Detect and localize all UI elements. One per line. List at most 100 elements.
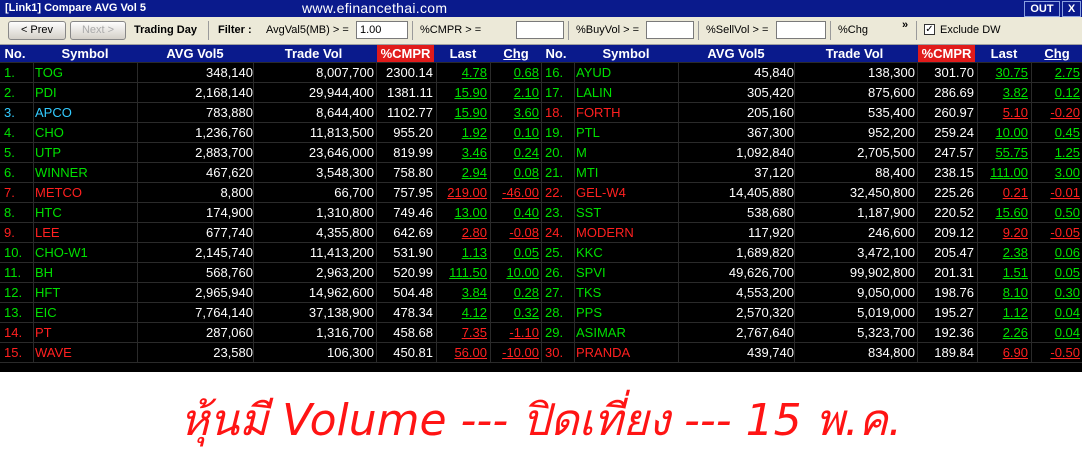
table-row[interactable]: 22. GEL-W4 14,405,880 32,450,800 225.26 0.21-… bbox=[541, 183, 1082, 203]
column-header-avg-vol5[interactable]: AVG Vol5 bbox=[678, 45, 794, 63]
cell-symbol[interactable]: CHO-W1 bbox=[35, 243, 137, 263]
table-row[interactable]: 7. METCO 8,800 66,700 757.95 219.00 -46.00 bbox=[0, 183, 541, 203]
column-header-cmpr[interactable]: %CMPR bbox=[918, 45, 975, 63]
cell-symbol[interactable]: PPS bbox=[576, 303, 678, 323]
table-row[interactable]: 8. HTC 174,900 1,310,800 749.46 13.00 0.40 bbox=[0, 203, 541, 223]
table-row[interactable]: 27. TKS 4,553,200 9,050,000 198.76 8.10 0.30 bbox=[541, 283, 1082, 303]
cell-symbol[interactable]: METCO bbox=[35, 183, 137, 203]
cell-symbol[interactable]: TKS bbox=[576, 283, 678, 303]
prev-button[interactable]: < Prev bbox=[8, 21, 66, 40]
cell-last[interactable]: 111.50 bbox=[437, 263, 487, 283]
table-row[interactable]: 10. CHO-W1 2,145,740 11,413,200 531.90 1.13 0.… bbox=[0, 243, 541, 263]
cell-last[interactable]: 7.35 bbox=[437, 323, 487, 343]
cell-chg[interactable]: -0.01 bbox=[1032, 183, 1080, 203]
cell-last[interactable]: 15.60 bbox=[978, 203, 1028, 223]
cell-symbol[interactable]: ASIMAR bbox=[576, 323, 678, 343]
cell-symbol[interactable]: MODERN bbox=[576, 223, 678, 243]
cell-symbol[interactable]: APCO bbox=[35, 103, 137, 123]
table-row[interactable]: 29. ASIMAR 2,767,640 5,323,700 192.36 2.26 0.0… bbox=[541, 323, 1082, 343]
table-row[interactable]: 25. KKC 1,689,820 3,472,100 205.47 2.38 0.06 bbox=[541, 243, 1082, 263]
cell-chg[interactable]: 3.00 bbox=[1032, 163, 1080, 183]
table-row[interactable]: 14. PT 287,060 1,316,700 458.68 7.35 -1.10 bbox=[0, 323, 541, 343]
cell-symbol[interactable]: PT bbox=[35, 323, 137, 343]
cell-last[interactable]: 1.51 bbox=[978, 263, 1028, 283]
cell-chg[interactable]: 2.10 bbox=[491, 83, 539, 103]
cell-last[interactable]: 1.12 bbox=[978, 303, 1028, 323]
column-header-cmpr[interactable]: %CMPR bbox=[377, 45, 434, 63]
table-row[interactable]: 20. M 1,092,840 2,705,500 247.57 55.75 1.25 bbox=[541, 143, 1082, 163]
table-row[interactable]: 3. APCO 783,880 8,644,400 1102.77 15.90 3.60 bbox=[0, 103, 541, 123]
cell-last[interactable]: 2.80 bbox=[437, 223, 487, 243]
table-row[interactable]: 21. MTI 37,120 88,400 238.15 111.00 3.00 bbox=[541, 163, 1082, 183]
table-row[interactable]: 16. AYUD 45,840 138,300 301.70 30.75 2.75 bbox=[541, 63, 1082, 83]
cell-last[interactable]: 3.46 bbox=[437, 143, 487, 163]
cell-chg[interactable]: -0.20 bbox=[1032, 103, 1080, 123]
cell-last[interactable]: 2.26 bbox=[978, 323, 1028, 343]
cell-chg[interactable]: 0.04 bbox=[1032, 323, 1080, 343]
cell-last[interactable]: 3.82 bbox=[978, 83, 1028, 103]
column-header-no[interactable]: No. bbox=[541, 45, 571, 63]
cell-chg[interactable]: 0.05 bbox=[491, 243, 539, 263]
column-header-chg[interactable]: Chg bbox=[1032, 45, 1082, 63]
table-row[interactable]: 11. BH 568,760 2,963,200 520.99 111.50 10.00 bbox=[0, 263, 541, 283]
cell-chg[interactable]: 2.75 bbox=[1032, 63, 1080, 83]
next-button[interactable]: Next > bbox=[70, 21, 126, 40]
table-row[interactable]: 23. SST 538,680 1,187,900 220.52 15.60 0.50 bbox=[541, 203, 1082, 223]
cell-chg[interactable]: 0.04 bbox=[1032, 303, 1080, 323]
cell-last[interactable]: 6.90 bbox=[978, 343, 1028, 363]
table-row[interactable]: 12. HFT 2,965,940 14,962,600 504.48 3.84 0.28 bbox=[0, 283, 541, 303]
cell-last[interactable]: 0.21 bbox=[978, 183, 1028, 203]
cell-chg[interactable]: -46.00 bbox=[491, 183, 539, 203]
cell-symbol[interactable]: EIC bbox=[35, 303, 137, 323]
cell-symbol[interactable]: GEL-W4 bbox=[576, 183, 678, 203]
cell-last[interactable]: 13.00 bbox=[437, 203, 487, 223]
cell-chg[interactable]: 0.28 bbox=[491, 283, 539, 303]
cell-symbol[interactable]: FORTH bbox=[576, 103, 678, 123]
cell-symbol[interactable]: WAVE bbox=[35, 343, 137, 363]
avgvol-filter-input[interactable]: 1.00 bbox=[356, 21, 408, 39]
cell-chg[interactable]: 0.24 bbox=[491, 143, 539, 163]
cell-last[interactable]: 15.90 bbox=[437, 83, 487, 103]
cell-last[interactable]: 5.10 bbox=[978, 103, 1028, 123]
cell-last[interactable]: 1.92 bbox=[437, 123, 487, 143]
table-row[interactable]: 15. WAVE 23,580 106,300 450.81 56.00 -10.00 bbox=[0, 343, 541, 363]
cell-last[interactable]: 4.12 bbox=[437, 303, 487, 323]
cell-symbol[interactable]: MTI bbox=[576, 163, 678, 183]
table-row[interactable]: 1. TOG 348,140 8,007,700 2300.14 4.78 0.68 bbox=[0, 63, 541, 83]
cell-symbol[interactable]: HFT bbox=[35, 283, 137, 303]
table-row[interactable]: 4. CHO 1,236,760 11,813,500 955.20 1.92 0.10 bbox=[0, 123, 541, 143]
cell-last[interactable]: 2.38 bbox=[978, 243, 1028, 263]
cell-chg[interactable]: 0.10 bbox=[491, 123, 539, 143]
column-header-symbol[interactable]: Symbol bbox=[574, 45, 678, 63]
column-header-trade-vol[interactable]: Trade Vol bbox=[794, 45, 915, 63]
cmpr-filter-input[interactable] bbox=[516, 21, 564, 39]
cell-chg[interactable]: 3.60 bbox=[491, 103, 539, 123]
cell-symbol[interactable]: HTC bbox=[35, 203, 137, 223]
sellvol-filter-input[interactable] bbox=[776, 21, 826, 39]
table-row[interactable]: 26. SPVI 49,626,700 99,902,800 201.31 1.51 0.0… bbox=[541, 263, 1082, 283]
out-button[interactable]: OUT bbox=[1024, 1, 1060, 17]
cell-chg[interactable]: -0.50 bbox=[1032, 343, 1080, 363]
cell-last[interactable]: 9.20 bbox=[978, 223, 1028, 243]
cell-symbol[interactable]: KKC bbox=[576, 243, 678, 263]
cell-last[interactable]: 3.84 bbox=[437, 283, 487, 303]
cell-chg[interactable]: 0.45 bbox=[1032, 123, 1080, 143]
cell-last[interactable]: 111.00 bbox=[978, 163, 1028, 183]
column-header-last[interactable]: Last bbox=[437, 45, 489, 63]
cell-chg[interactable]: 0.12 bbox=[1032, 83, 1080, 103]
column-header-trade-vol[interactable]: Trade Vol bbox=[253, 45, 374, 63]
table-row[interactable]: 30. PRANDA 439,740 834,800 189.84 6.90 -0.50 bbox=[541, 343, 1082, 363]
cell-last[interactable]: 8.10 bbox=[978, 283, 1028, 303]
cell-symbol[interactable]: CHO bbox=[35, 123, 137, 143]
column-header-no[interactable]: No. bbox=[0, 45, 30, 63]
cell-last[interactable]: 30.75 bbox=[978, 63, 1028, 83]
column-header-symbol[interactable]: Symbol bbox=[33, 45, 137, 63]
cell-last[interactable]: 219.00 bbox=[437, 183, 487, 203]
cell-symbol[interactable]: SST bbox=[576, 203, 678, 223]
cell-symbol[interactable]: PRANDA bbox=[576, 343, 678, 363]
cell-symbol[interactable]: AYUD bbox=[576, 63, 678, 83]
cell-last[interactable]: 1.13 bbox=[437, 243, 487, 263]
table-row[interactable]: 13. EIC 7,764,140 37,138,900 478.34 4.12 0.32 bbox=[0, 303, 541, 323]
column-header-chg[interactable]: Chg bbox=[491, 45, 541, 63]
cell-chg[interactable]: -0.08 bbox=[491, 223, 539, 243]
